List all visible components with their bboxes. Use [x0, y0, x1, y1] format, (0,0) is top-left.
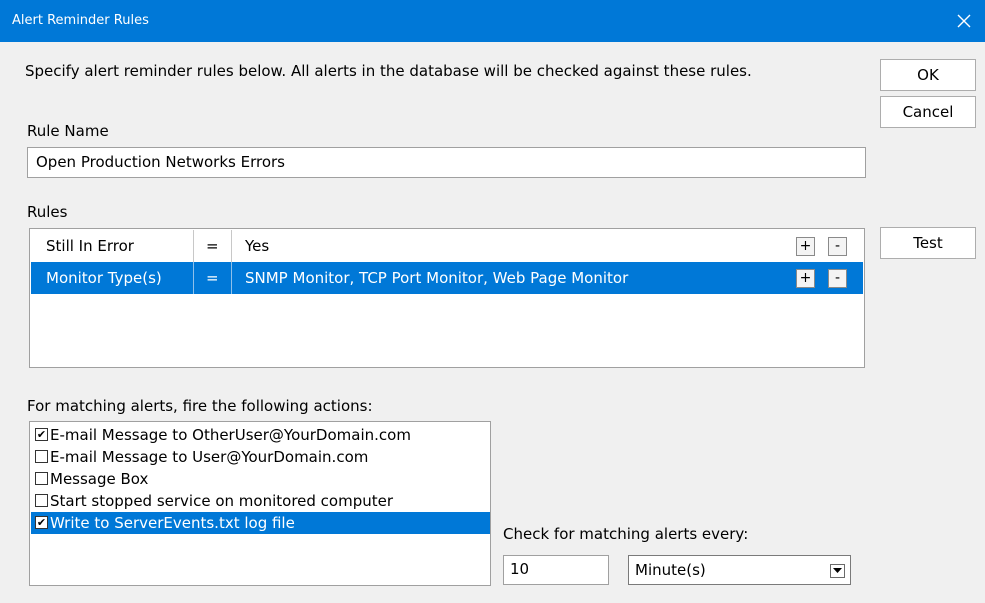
title-bar: Alert Reminder Rules [0, 0, 985, 42]
action-label: E-mail Message to OtherUser@YourDomain.c… [50, 426, 411, 444]
rule-field: Monitor Type(s) [46, 269, 162, 287]
checkbox-icon[interactable]: ✔ [35, 428, 48, 441]
column-divider [231, 230, 232, 262]
checkbox-icon[interactable]: ✔ [35, 516, 48, 529]
list-item[interactable]: ✔ Write to ServerEvents.txt log file [31, 512, 490, 534]
interval-unit-value: Minute(s) [635, 561, 706, 579]
remove-rule-button[interactable]: - [828, 269, 847, 288]
list-item[interactable]: ✔ E-mail Message to OtherUser@YourDomain… [31, 424, 490, 446]
cancel-button[interactable]: Cancel [880, 96, 976, 128]
rule-row[interactable]: Monitor Type(s) = SNMP Monitor, TCP Port… [31, 262, 863, 294]
rules-label: Rules [27, 203, 68, 221]
rule-operator: = [206, 237, 219, 255]
add-rule-button[interactable]: + [796, 269, 815, 288]
actions-list[interactable]: ✔ E-mail Message to OtherUser@YourDomain… [29, 421, 491, 586]
ok-button[interactable]: OK [880, 59, 976, 91]
test-button[interactable]: Test [880, 227, 976, 259]
rule-value: Yes [245, 237, 270, 255]
rule-name-label: Rule Name [27, 122, 109, 140]
list-item[interactable]: Message Box [31, 468, 490, 490]
rule-operator: = [206, 269, 219, 287]
chevron-down-icon[interactable] [830, 564, 845, 578]
list-item[interactable]: Start stopped service on monitored compu… [31, 490, 490, 512]
action-label: E-mail Message to User@YourDomain.com [50, 448, 369, 466]
action-label: Write to ServerEvents.txt log file [50, 514, 295, 532]
column-divider [193, 230, 194, 262]
interval-label: Check for matching alerts every: [503, 525, 749, 543]
rule-value: SNMP Monitor, TCP Port Monitor, Web Page… [245, 269, 629, 287]
checkbox-icon[interactable] [35, 494, 48, 507]
action-label: Start stopped service on monitored compu… [50, 492, 394, 510]
action-label: Message Box [50, 470, 149, 488]
rule-field: Still In Error [46, 237, 134, 255]
remove-rule-button[interactable]: - [828, 237, 847, 256]
checkbox-icon[interactable] [35, 472, 48, 485]
rule-name-input[interactable]: Open Production Networks Errors [27, 147, 866, 178]
close-icon[interactable] [951, 8, 977, 34]
column-divider [193, 262, 194, 294]
rule-row[interactable]: Still In Error = Yes + - [31, 230, 863, 262]
window-title: Alert Reminder Rules [12, 13, 149, 28]
column-divider [231, 262, 232, 294]
intro-text: Specify alert reminder rules below. All … [25, 62, 752, 80]
interval-input[interactable]: 10 [503, 555, 609, 585]
checkbox-icon[interactable] [35, 450, 48, 463]
interval-unit-select[interactable]: Minute(s) [628, 555, 851, 585]
add-rule-button[interactable]: + [796, 237, 815, 256]
list-item[interactable]: E-mail Message to User@YourDomain.com [31, 446, 490, 468]
actions-label: For matching alerts, fire the following … [27, 397, 373, 415]
rules-grid[interactable]: Still In Error = Yes + - Monitor Type(s)… [29, 228, 865, 368]
